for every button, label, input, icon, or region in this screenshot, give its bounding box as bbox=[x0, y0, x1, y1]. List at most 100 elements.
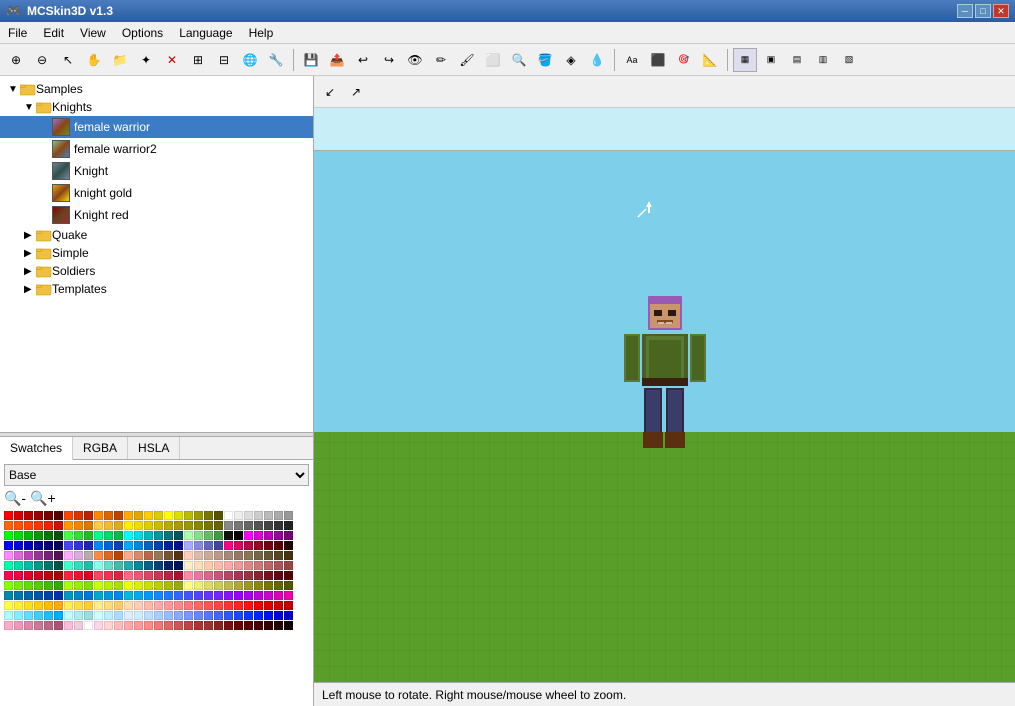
color-cell[interactable] bbox=[74, 581, 83, 590]
color-cell[interactable] bbox=[144, 611, 153, 620]
color-cell[interactable] bbox=[234, 511, 243, 520]
menu-file[interactable]: File bbox=[0, 24, 35, 42]
color-cell[interactable] bbox=[44, 581, 53, 590]
color-cell[interactable] bbox=[14, 541, 23, 550]
color-cell[interactable] bbox=[264, 551, 273, 560]
color-cell[interactable] bbox=[154, 561, 163, 570]
toolbar-eye[interactable]: 👁 bbox=[403, 48, 427, 72]
toolbar-open[interactable]: 📁 bbox=[108, 48, 132, 72]
color-cell[interactable] bbox=[194, 591, 203, 600]
color-cell[interactable] bbox=[184, 591, 193, 600]
color-cell[interactable] bbox=[254, 551, 263, 560]
color-cell[interactable] bbox=[14, 511, 23, 520]
color-cell[interactable] bbox=[14, 601, 23, 610]
color-cell[interactable] bbox=[204, 581, 213, 590]
color-cell[interactable] bbox=[34, 541, 43, 550]
color-cell[interactable] bbox=[124, 531, 133, 540]
swatch-zoom-out[interactable]: 🔍- bbox=[4, 490, 26, 507]
color-cell[interactable] bbox=[254, 601, 263, 610]
color-cell[interactable] bbox=[204, 511, 213, 520]
color-cell[interactable] bbox=[4, 561, 13, 570]
color-cell[interactable] bbox=[254, 541, 263, 550]
color-cell[interactable] bbox=[234, 611, 243, 620]
color-cell[interactable] bbox=[34, 601, 43, 610]
color-cell[interactable] bbox=[194, 621, 203, 630]
color-cell[interactable] bbox=[214, 571, 223, 580]
color-cell[interactable] bbox=[234, 561, 243, 570]
color-cell[interactable] bbox=[44, 571, 53, 580]
color-cell[interactable] bbox=[254, 571, 263, 580]
color-cell[interactable] bbox=[14, 521, 23, 530]
color-cell[interactable] bbox=[204, 551, 213, 560]
color-cell[interactable] bbox=[104, 561, 113, 570]
color-cell[interactable] bbox=[64, 521, 73, 530]
vp-toolbar-btn-a[interactable]: ↙ bbox=[318, 80, 342, 104]
color-cell[interactable] bbox=[194, 531, 203, 540]
color-cell[interactable] bbox=[184, 551, 193, 560]
color-cell[interactable] bbox=[124, 561, 133, 570]
color-cell[interactable] bbox=[14, 571, 23, 580]
color-cell[interactable] bbox=[184, 571, 193, 580]
color-cell[interactable] bbox=[4, 581, 13, 590]
color-cell[interactable] bbox=[214, 581, 223, 590]
color-cell[interactable] bbox=[214, 601, 223, 610]
tree-item-simple[interactable]: ▶ Simple bbox=[0, 244, 313, 262]
color-cell[interactable] bbox=[44, 621, 53, 630]
color-cell[interactable] bbox=[114, 581, 123, 590]
toolbar-pencil[interactable]: ✏ bbox=[429, 48, 453, 72]
color-cell[interactable] bbox=[224, 551, 233, 560]
color-cell[interactable] bbox=[274, 521, 283, 530]
color-cell[interactable] bbox=[274, 581, 283, 590]
color-cell[interactable] bbox=[174, 521, 183, 530]
color-cell[interactable] bbox=[14, 531, 23, 540]
color-cell[interactable] bbox=[34, 561, 43, 570]
color-cell[interactable] bbox=[254, 611, 263, 620]
color-cell[interactable] bbox=[244, 581, 253, 590]
toolbar-marker[interactable]: ✦ bbox=[134, 48, 158, 72]
color-cell[interactable] bbox=[24, 571, 33, 580]
color-cell[interactable] bbox=[164, 551, 173, 560]
color-cell[interactable] bbox=[54, 531, 63, 540]
color-cell[interactable] bbox=[64, 571, 73, 580]
color-cell[interactable] bbox=[254, 581, 263, 590]
color-cell[interactable] bbox=[114, 511, 123, 520]
color-cell[interactable] bbox=[164, 591, 173, 600]
color-cell[interactable] bbox=[84, 621, 93, 630]
color-cell[interactable] bbox=[84, 601, 93, 610]
color-cell[interactable] bbox=[244, 571, 253, 580]
color-cell[interactable] bbox=[184, 511, 193, 520]
color-cell[interactable] bbox=[274, 551, 283, 560]
color-cell[interactable] bbox=[134, 601, 143, 610]
color-cell[interactable] bbox=[244, 621, 253, 630]
color-cell[interactable] bbox=[274, 591, 283, 600]
color-cell[interactable] bbox=[184, 561, 193, 570]
toolbar-globe[interactable]: 🌐 bbox=[238, 48, 262, 72]
color-cell[interactable] bbox=[94, 611, 103, 620]
toolbar-fill[interactable]: 🪣 bbox=[533, 48, 557, 72]
color-cell[interactable] bbox=[54, 611, 63, 620]
tree-item-knight-gold[interactable]: ▶ knight gold bbox=[0, 182, 313, 204]
color-cell[interactable] bbox=[264, 621, 273, 630]
tree-item-knight[interactable]: ▶ Knight bbox=[0, 160, 313, 182]
color-cell[interactable] bbox=[4, 511, 13, 520]
color-cell[interactable] bbox=[274, 621, 283, 630]
color-cell[interactable] bbox=[274, 531, 283, 540]
color-cell[interactable] bbox=[4, 621, 13, 630]
toolbar-noise[interactable]: ◈ bbox=[559, 48, 583, 72]
color-cell[interactable] bbox=[244, 521, 253, 530]
color-cell[interactable] bbox=[74, 601, 83, 610]
tree-item-female-warrior[interactable]: ▶ female warrior bbox=[0, 116, 313, 138]
color-cell[interactable] bbox=[224, 591, 233, 600]
color-cell[interactable] bbox=[64, 531, 73, 540]
color-cell[interactable] bbox=[64, 551, 73, 560]
toolbar-view-c[interactable]: ▤ bbox=[785, 48, 809, 72]
color-cell[interactable] bbox=[164, 561, 173, 570]
color-cell[interactable] bbox=[34, 581, 43, 590]
color-cell[interactable] bbox=[194, 561, 203, 570]
menu-help[interactable]: Help bbox=[241, 24, 282, 42]
color-cell[interactable] bbox=[14, 561, 23, 570]
toolbar-btn-d[interactable]: 📐 bbox=[698, 48, 722, 72]
color-cell[interactable] bbox=[264, 531, 273, 540]
color-cell[interactable] bbox=[214, 591, 223, 600]
color-cell[interactable] bbox=[214, 551, 223, 560]
